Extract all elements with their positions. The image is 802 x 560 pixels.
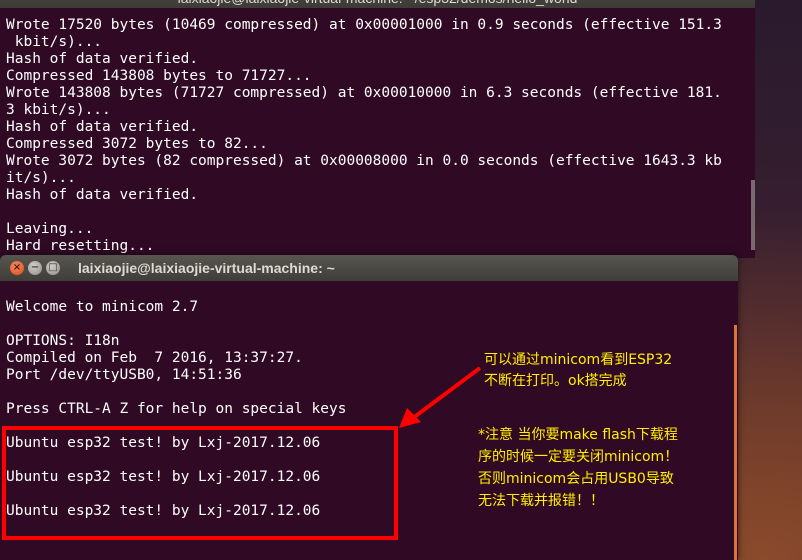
annotation-arrow	[399, 366, 482, 428]
back-terminal-window[interactable]: laixiaojie@laixiaojie-virtual-machine: ~…	[0, 0, 755, 258]
back-terminal-line: Compressed 3072 bytes to 82...	[6, 136, 268, 152]
back-terminal-line: Wrote 3072 bytes (82 compressed) at 0x00…	[6, 153, 722, 169]
back-terminal-line: kbit/s)...	[6, 34, 103, 50]
minicom-line: Compiled on Feb 7 2016, 13:37:27.	[6, 350, 303, 366]
back-terminal-line: it/s)...	[6, 170, 76, 186]
back-terminal-title[interactable]: laixiaojie@laixiaojie-virtual-machine: ~…	[0, 0, 755, 8]
back-terminal-scrollbar[interactable]	[751, 180, 755, 250]
back-terminal-line: Wrote 143808 bytes (71727 compressed) at…	[6, 85, 722, 101]
back-terminal-line: Hash of data verified.	[6, 119, 199, 135]
minicom-line: Welcome to minicom 2.7	[6, 299, 199, 315]
front-terminal-titlebar[interactable]: × − □ laixiaojie@laixiaojie-virtual-mach…	[0, 255, 738, 281]
back-terminal-line: Hash of data verified.	[6, 187, 199, 203]
minicom-line: Port /dev/ttyUSB0, 14:51:36	[6, 367, 242, 383]
back-terminal-line: Leaving...	[6, 221, 94, 237]
back-terminal-line: Hash of data verified.	[6, 51, 199, 67]
minimize-icon[interactable]: −	[28, 261, 42, 275]
back-terminal-line: Hard resetting...	[6, 238, 155, 254]
minicom-line: Press CTRL-A Z for help on special keys	[6, 401, 347, 417]
annotation-note-minicom: 可以通过minicom看到ESP32 不断在打印。ok搭完成	[484, 352, 673, 389]
annotation-note-warning: *注意 当你要make flash下载程 序的时候一定要关闭minicom！ 否…	[478, 427, 679, 509]
front-terminal-title: laixiaojie@laixiaojie-virtual-machine: ~	[78, 260, 335, 276]
back-terminal-line: Compressed 143808 bytes to 71727...	[6, 68, 312, 84]
back-terminal-line: Wrote 17520 bytes (10469 compressed) at …	[6, 17, 722, 33]
highlight-box	[2, 426, 398, 540]
minicom-line: OPTIONS: I18n	[6, 333, 120, 349]
back-terminal-line: 3 kbit/s)...	[6, 102, 111, 118]
back-terminal-output: Wrote 17520 bytes (10469 compressed) at …	[6, 17, 722, 255]
front-terminal-scrollbar[interactable]	[734, 325, 737, 560]
close-icon[interactable]: ×	[10, 261, 24, 275]
maximize-icon[interactable]: □	[46, 261, 60, 275]
